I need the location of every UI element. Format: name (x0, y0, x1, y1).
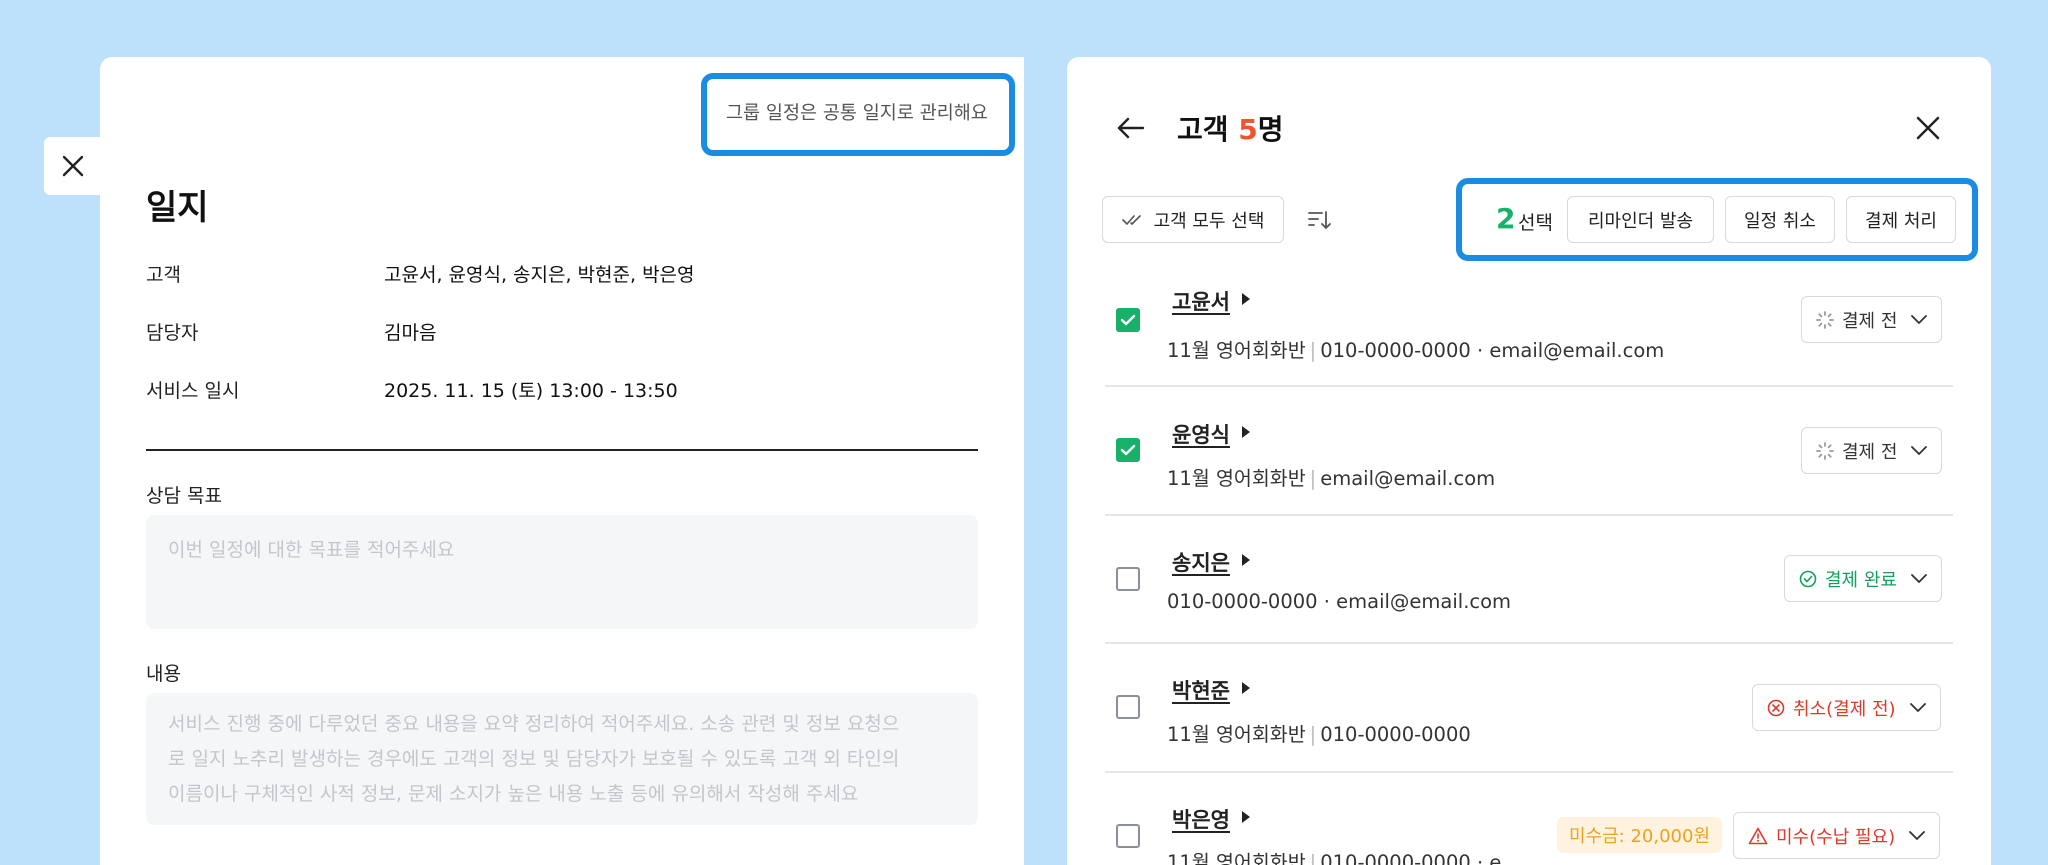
customer-name[interactable]: 박현준 (1172, 675, 1230, 705)
status-label: 결제 전 (1842, 310, 1898, 332)
customer-info: 11월 영어회화반 | 010-0000-0000 (1167, 718, 1471, 747)
close-journal-button[interactable] (44, 137, 102, 195)
row-divider (1105, 771, 1953, 773)
customer-name[interactable]: 송지은 (1172, 547, 1230, 577)
caret-right-icon (1242, 554, 1250, 566)
title-prefix: 고객 (1177, 113, 1239, 146)
row-divider (1105, 385, 1953, 387)
customer-class: 11월 영어회화반 (1167, 851, 1306, 865)
service-datetime-label: 서비스 일시 (146, 380, 240, 402)
content-label: 내용 (146, 663, 181, 685)
canvas: 그룹 일정은 공통 일지로 관리해요 일지 고객 고윤서, 윤영식, 송지은, … (0, 0, 2048, 865)
customer-contact: email@email.com (1320, 467, 1496, 490)
selected-label: 선택 (1518, 212, 1553, 234)
customer-class: 11월 영어회화반 (1167, 339, 1306, 362)
cancel-circle-icon (1767, 699, 1785, 716)
content-placeholder-line: 서비스 진행 중에 다루었던 중요 내용을 요약 정리하여 적어주세요. 소송 … (168, 713, 900, 735)
check-circle-icon (1799, 570, 1817, 587)
chevron-down-icon (1909, 830, 1926, 840)
status-label: 취소(결제 전) (1793, 698, 1896, 720)
row-divider (1105, 642, 1953, 644)
payment-status-dropdown[interactable]: 미수(수납 필요) (1733, 812, 1941, 859)
customer-contact: 010-0000-0000 · email@email.com (1320, 339, 1665, 362)
row-divider (1105, 514, 1953, 516)
select-all-button[interactable]: 고객 모두 선택 (1102, 196, 1284, 243)
title-suffix: 명 (1257, 113, 1284, 146)
caret-right-icon (1242, 811, 1250, 823)
customer-info: 010-0000-0000 · email@email.com (1167, 590, 1511, 613)
manager-value: 김마음 (384, 322, 437, 344)
row-checkbox[interactable] (1116, 567, 1140, 591)
customer-count-title: 고객 5명 (1177, 108, 1284, 148)
manager-label: 담당자 (146, 322, 199, 344)
separator: | (1309, 467, 1317, 490)
row-checkbox[interactable] (1116, 695, 1140, 719)
loading-icon (1816, 441, 1834, 460)
double-check-icon (1121, 214, 1141, 225)
caret-right-icon (1242, 293, 1250, 305)
check-icon (1120, 314, 1136, 326)
check-icon (1120, 444, 1136, 456)
payment-status-dropdown[interactable]: 결제 전 (1801, 427, 1943, 474)
row-checkbox[interactable] (1116, 438, 1140, 462)
caret-right-icon (1242, 426, 1250, 438)
close-icon (62, 155, 84, 177)
content-placeholder-line: 로 일지 노추리 발생하는 경우에도 고객의 정보 및 담당자가 보호될 수 있… (168, 748, 900, 770)
customer-contact: 010-0000-0000 · e (1320, 851, 1502, 865)
send-reminder-button[interactable]: 리마인더 발송 (1567, 196, 1714, 243)
separator: | (1309, 851, 1317, 865)
chevron-down-icon (1909, 702, 1926, 712)
chevron-down-icon (1911, 314, 1928, 324)
row-checkbox[interactable] (1116, 824, 1140, 848)
customer-class: 11월 영어회화반 (1167, 723, 1306, 746)
customer-value: 고윤서, 윤영식, 송지은, 박현준, 박은영 (384, 264, 695, 286)
customer-info: 11월 영어회화반 | email@email.com (1167, 462, 1495, 491)
customer-contact: 010-0000-0000 (1320, 723, 1471, 746)
customer-contact: 010-0000-0000 · email@email.com (1167, 590, 1512, 613)
row-checkbox[interactable] (1116, 308, 1140, 332)
customer-name[interactable]: 박은영 (1172, 804, 1230, 834)
separator: | (1309, 723, 1317, 746)
service-datetime-value: 2025. 11. 15 (토) 13:00 - 13:50 (384, 380, 678, 402)
payment-status-dropdown[interactable]: 결제 완료 (1784, 555, 1942, 602)
page-title: 일지 (146, 188, 209, 228)
group-note-text: 그룹 일정은 공통 일지로 관리해요 (726, 103, 988, 124)
back-arrow-icon[interactable] (1113, 110, 1149, 146)
payment-status-dropdown[interactable]: 취소(결제 전) (1752, 684, 1941, 731)
unpaid-amount-badge: 미수금: 20,000원 (1557, 817, 1723, 853)
content-textarea[interactable]: 서비스 진행 중에 다루었던 중요 내용을 요약 정리하여 적어주세요. 소송 … (146, 693, 978, 825)
chevron-down-icon (1911, 573, 1927, 583)
chevron-down-icon (1911, 445, 1928, 455)
customer-info: 11월 영어회화반 | 010-0000-0000 · email@email.co… (1167, 334, 1664, 363)
sort-icon[interactable] (1305, 206, 1333, 234)
goal-placeholder: 이번 일정에 대한 목표를 적어주세요 (168, 539, 455, 561)
payment-status-dropdown[interactable]: 결제 전 (1801, 296, 1943, 343)
loading-icon (1816, 310, 1834, 329)
goal-label: 상담 목표 (146, 485, 222, 507)
customer-label: 고객 (146, 264, 181, 286)
close-icon[interactable] (1910, 110, 1946, 146)
separator: | (1309, 339, 1317, 362)
divider (146, 449, 978, 451)
customer-name[interactable]: 윤영식 (1172, 419, 1230, 449)
goal-textarea[interactable]: 이번 일정에 대한 목표를 적어주세요 (146, 515, 978, 629)
caret-right-icon (1242, 682, 1250, 694)
customer-class: 11월 영어회화반 (1167, 467, 1306, 490)
selected-count: 2 (1496, 202, 1516, 235)
status-label: 결제 완료 (1825, 569, 1897, 591)
process-payment-button[interactable]: 결제 처리 (1846, 196, 1956, 243)
content-placeholder-line: 이름이나 구체적인 사적 정보, 문제 소지가 높은 내용 노출 등에 유의해서… (168, 783, 859, 805)
cancel-schedule-button[interactable]: 일정 취소 (1725, 196, 1835, 243)
customer-info: 11월 영어회화반 | 010-0000-0000 · e (1167, 846, 1501, 865)
status-label: 미수(수납 필요) (1776, 826, 1896, 848)
customer-count: 5 (1238, 113, 1258, 146)
select-all-label: 고객 모두 선택 (1153, 210, 1265, 232)
warning-icon (1748, 827, 1768, 844)
customer-name[interactable]: 고윤서 (1172, 286, 1230, 316)
status-label: 결제 전 (1842, 441, 1898, 463)
